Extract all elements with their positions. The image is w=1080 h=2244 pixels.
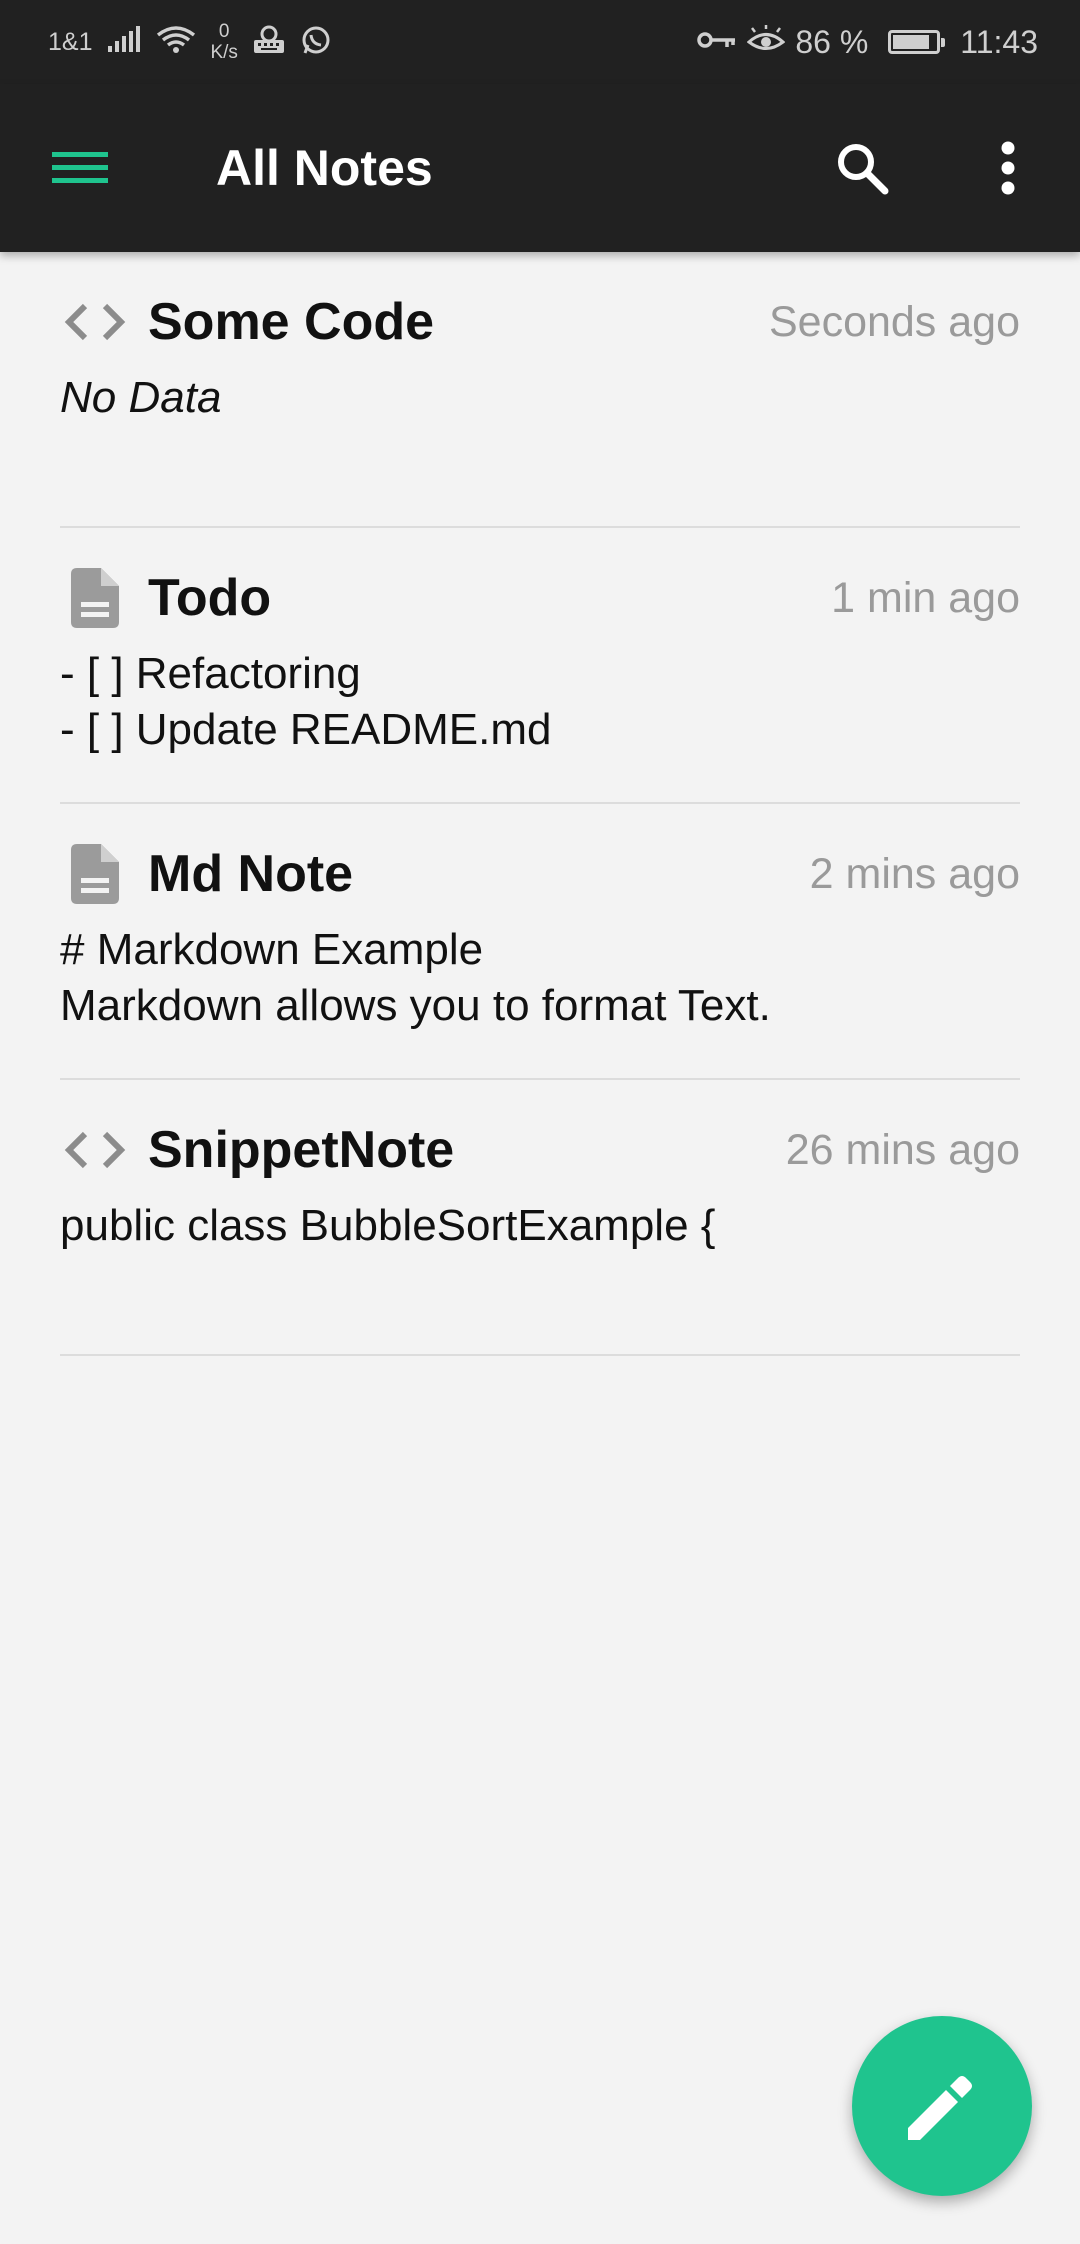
code-icon <box>60 1120 130 1180</box>
network-speed-value: 0 <box>218 21 230 42</box>
whatsapp-icon <box>300 24 332 61</box>
note-title: Todo <box>148 569 272 627</box>
battery-level-fill <box>893 35 930 49</box>
note-title: Some Code <box>148 293 435 351</box>
carrier-label: 1&1 <box>48 27 93 56</box>
note-timestamp: Seconds ago <box>768 298 1020 346</box>
battery-icon <box>888 30 946 54</box>
hamburger-menu-icon <box>52 152 108 183</box>
eye-comfort-icon <box>746 24 786 60</box>
keyboard-icon <box>252 25 286 60</box>
code-icon <box>60 292 130 352</box>
note-list-item[interactable]: SnippetNote 26 mins ago public class Bub… <box>60 1080 1020 1356</box>
note-preview: - [ ] Refactoring - [ ] Update README.md <box>60 649 552 754</box>
note-list-item[interactable]: Some Code Seconds ago No Data <box>60 252 1020 528</box>
clock: 11:43 <box>960 23 1038 60</box>
note-preview: # Markdown Example Markdown allows you t… <box>60 925 771 1030</box>
status-bar: 1&1 0 K/s 86 % 11:43 <box>0 0 1080 84</box>
more-vertical-icon <box>1001 141 1015 195</box>
network-speed: 0 K/s <box>210 21 237 63</box>
search-button[interactable] <box>822 128 902 208</box>
signal-icon <box>106 25 142 59</box>
note-list-item[interactable]: Md Note 2 mins ago # Markdown Example Ma… <box>60 804 1020 1080</box>
note-preview: public class BubbleSortExample { <box>60 1201 716 1250</box>
note-title: SnippetNote <box>148 1121 455 1179</box>
note-timestamp: 26 mins ago <box>785 1126 1020 1174</box>
navigation-menu-button[interactable] <box>40 128 120 208</box>
overflow-menu-button[interactable] <box>968 128 1048 208</box>
note-timestamp: 1 min ago <box>831 574 1020 622</box>
note-timestamp: 2 mins ago <box>809 850 1020 898</box>
note-list-item[interactable]: Todo 1 min ago - [ ] Refactoring - [ ] U… <box>60 528 1020 804</box>
status-bar-right: 86 % 11:43 <box>697 0 1038 84</box>
document-icon <box>60 844 130 904</box>
status-bar-left: 1&1 0 K/s <box>48 0 332 84</box>
pencil-icon <box>908 2076 972 2140</box>
document-icon <box>60 568 130 628</box>
vpn-key-icon <box>697 28 737 57</box>
new-note-button[interactable] <box>852 2016 1032 2196</box>
wifi-icon <box>156 25 196 60</box>
search-icon <box>838 144 889 195</box>
battery-percent: 86 % <box>795 23 869 60</box>
app-toolbar: All Notes <box>0 84 1080 252</box>
note-title: Md Note <box>148 845 354 903</box>
note-preview: No Data <box>60 373 222 422</box>
page-title: All Notes <box>216 140 433 196</box>
network-speed-unit: K/s <box>210 42 238 63</box>
notes-list: Some Code Seconds ago No Data Todo 1 min… <box>60 252 1020 1356</box>
